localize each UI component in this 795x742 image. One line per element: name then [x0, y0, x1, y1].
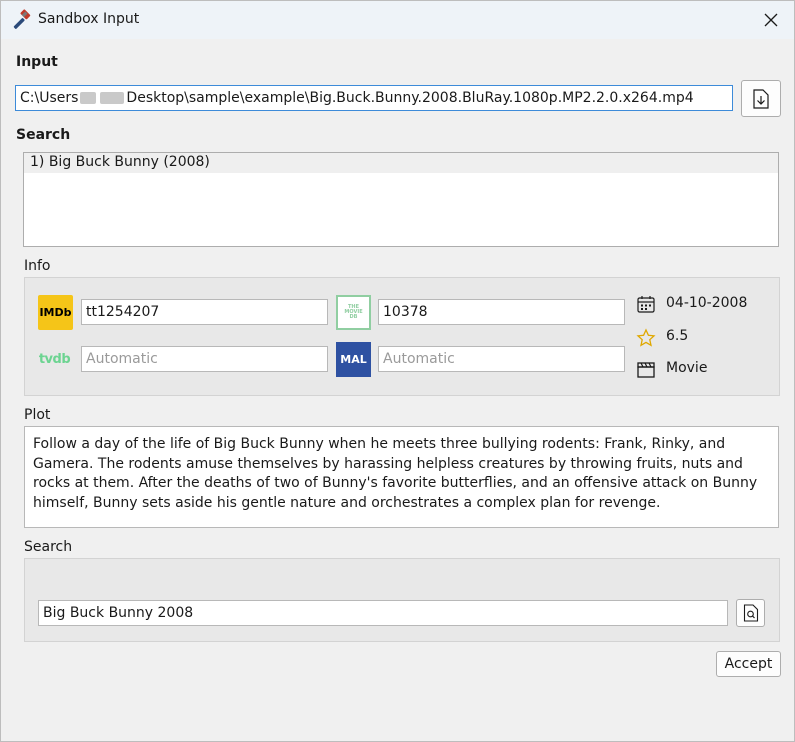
close-button[interactable]	[748, 1, 794, 39]
calendar-icon	[637, 296, 655, 313]
redacted-username	[80, 92, 97, 104]
redacted-username-2	[100, 92, 125, 104]
search-button[interactable]	[736, 599, 765, 627]
rating-value: 6.5	[666, 328, 689, 344]
title-bar: Sandbox Input	[1, 1, 794, 39]
mal-logo-icon: MAL	[336, 342, 371, 377]
hammer-icon	[13, 9, 31, 29]
file-search-icon	[743, 604, 758, 622]
tvdb-id-field[interactable]: Automatic	[81, 346, 328, 372]
sandbox-input-window: Sandbox Input Input C:\Users Desktop\samp…	[0, 0, 795, 742]
input-label: Input	[16, 54, 58, 70]
list-item[interactable]: 1) Big Buck Bunny (2008)	[24, 153, 778, 173]
path-suffix: Desktop\sample\example\Big.Buck.Bunny.20…	[126, 90, 694, 106]
tmdb-id-field[interactable]: 10378	[378, 299, 625, 325]
release-date: 04-10-2008	[666, 295, 748, 311]
file-download-icon	[753, 88, 769, 109]
input-path-field[interactable]: C:\Users Desktop\sample\example\Big.Buck.…	[15, 85, 733, 111]
imdb-logo-icon: IMDb	[38, 295, 73, 330]
path-prefix: C:\Users	[20, 90, 79, 106]
search-input[interactable]: Big Buck Bunny 2008	[38, 600, 728, 626]
tvdb-logo-icon: tvdb	[38, 352, 71, 367]
search-label: Search	[24, 539, 73, 555]
mal-id-field[interactable]: Automatic	[378, 346, 625, 372]
star-icon	[636, 328, 656, 347]
info-label: Info	[24, 258, 51, 274]
close-icon	[764, 13, 778, 27]
accept-button[interactable]: Accept	[716, 651, 781, 677]
clapperboard-icon	[637, 362, 655, 378]
results-label: Search	[16, 127, 71, 143]
plot-label: Plot	[24, 407, 51, 423]
imdb-id-field[interactable]: tt1254207	[81, 299, 328, 325]
window-title: Sandbox Input	[38, 11, 140, 27]
search-results-list[interactable]: 1) Big Buck Bunny (2008)	[23, 152, 779, 247]
plot-text[interactable]: Follow a day of the life of Big Buck Bun…	[24, 426, 779, 528]
browse-file-button[interactable]	[741, 80, 781, 117]
tmdb-logo-icon: THE MOVIE DB	[336, 295, 371, 330]
media-type: Movie	[666, 360, 708, 376]
